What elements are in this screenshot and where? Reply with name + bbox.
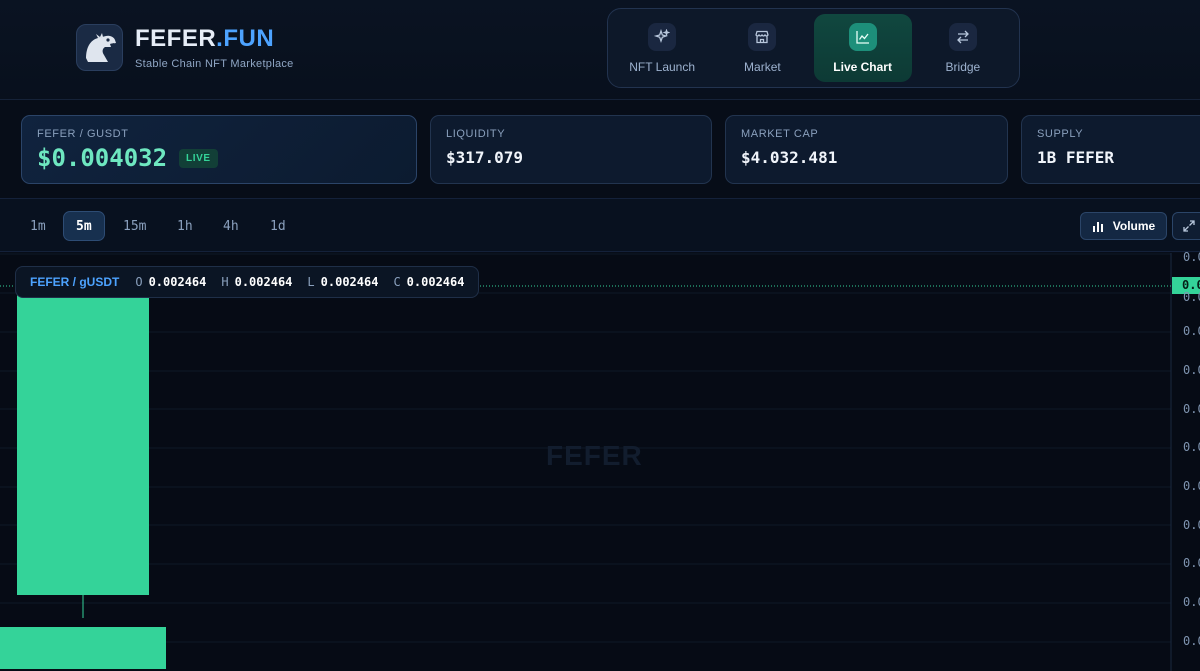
ohlc-legend: FEFER / gUSDT O 0.002464 H 0.002464 L 0.… — [15, 266, 480, 298]
ohlc-open-label: O — [135, 275, 143, 289]
brand-subtitle: Stable Chain NFT Marketplace — [135, 57, 294, 70]
price-axis-label: 0.0 — [1183, 402, 1200, 416]
nav-label: NFT Launch — [629, 59, 696, 74]
timeframe-4h[interactable]: 4h — [211, 211, 251, 241]
ohlc-close-value: 0.002464 — [406, 275, 465, 289]
supply-value: 1B FEFER — [1037, 148, 1115, 167]
supply-label: SUPPLY — [1037, 128, 1084, 140]
line-chart-icon — [848, 22, 877, 51]
price-axis-label: 0.0 — [1183, 634, 1200, 648]
price-axis-label: 0.0 — [1183, 324, 1200, 338]
candle-body[interactable] — [0, 627, 166, 669]
ohlc-low-value: 0.002464 — [320, 275, 379, 289]
price-axis-label: 0.0 — [1183, 556, 1200, 570]
pair-label: FEFER / GUSDT — [37, 128, 129, 140]
nav-bridge[interactable]: Bridge — [914, 14, 1012, 82]
marketcap-value: $4.032.481 — [741, 148, 838, 167]
liquidity-card: LIQUIDITY $317.079 — [430, 115, 712, 184]
ohlc-low-label: L — [307, 275, 315, 289]
chart-toolbar: 1m 5m 15m 1h 4h 1d — [0, 198, 1200, 252]
brand-name-accent: .FUN — [216, 24, 275, 52]
nav-live-chart[interactable]: Live Chart — [813, 14, 912, 82]
timeframe-1h[interactable]: 1h — [165, 211, 205, 241]
volume-button[interactable]: Volume — [1080, 212, 1167, 240]
volume-label: Volume — [1112, 219, 1156, 233]
nav-label: Bridge — [945, 59, 981, 74]
liquidity-label: LIQUIDITY — [446, 128, 506, 140]
nav-market[interactable]: Market — [713, 14, 811, 82]
timeframe-1d[interactable]: 1d — [258, 211, 298, 241]
price-axis-label: 0.0 — [1183, 363, 1200, 377]
liquidity-value: $317.079 — [446, 148, 524, 167]
fullscreen-button[interactable] — [1172, 212, 1200, 240]
expand-icon — [1183, 220, 1195, 232]
nav-label: Market — [744, 59, 781, 74]
marketcap-card: MARKET CAP $4.032.481 — [725, 115, 1008, 184]
nav-nft-launch[interactable]: NFT Launch — [613, 14, 711, 82]
timeframe-1m[interactable]: 1m — [18, 211, 58, 241]
candle-body[interactable] — [17, 287, 149, 595]
marketcap-label: MARKET CAP — [741, 128, 819, 140]
ohlc-high-label: H — [221, 275, 229, 289]
timeframe-5m[interactable]: 5m — [63, 211, 105, 241]
price-axis-label: 0.0 — [1183, 518, 1200, 532]
swap-arrows-icon — [948, 22, 977, 51]
bar-chart-icon — [1092, 222, 1103, 232]
price-card: FEFER / GUSDT $0.004032 LIVE — [21, 115, 417, 184]
nav-label: Live Chart — [833, 59, 892, 74]
main-nav: NFT Launch Market Live Chart Bridge — [607, 8, 1020, 88]
ohlc-high-value: 0.002464 — [234, 275, 293, 289]
chart-watermark: FEFER — [546, 440, 643, 471]
price-axis-label: 0.0 — [1183, 290, 1200, 304]
price-axis-label: 0.0 — [1183, 250, 1200, 264]
header: FEFER.FUN Stable Chain NFT Marketplace N… — [0, 0, 1200, 100]
store-icon — [748, 22, 777, 51]
dino-logo-icon — [76, 24, 123, 71]
current-price: $0.004032 — [37, 144, 168, 172]
brand-title: FEFER.FUN — [135, 24, 294, 52]
price-axis-label: 0.0 — [1183, 479, 1200, 493]
live-badge: LIVE — [179, 148, 218, 168]
ohlc-pair: FEFER / gUSDT — [30, 275, 120, 289]
ohlc-open-value: 0.002464 — [148, 275, 207, 289]
ohlc-close-label: C — [393, 275, 401, 289]
price-axis-label: 0.0 — [1183, 440, 1200, 454]
timeframe-15m[interactable]: 15m — [111, 211, 158, 241]
price-axis-label: 0.0 — [1183, 595, 1200, 609]
supply-card: SUPPLY 1B FEFER — [1021, 115, 1200, 184]
brand-name: FEFER — [135, 24, 217, 52]
brand[interactable]: FEFER.FUN Stable Chain NFT Marketplace — [76, 24, 294, 71]
sparkles-icon — [648, 22, 677, 51]
